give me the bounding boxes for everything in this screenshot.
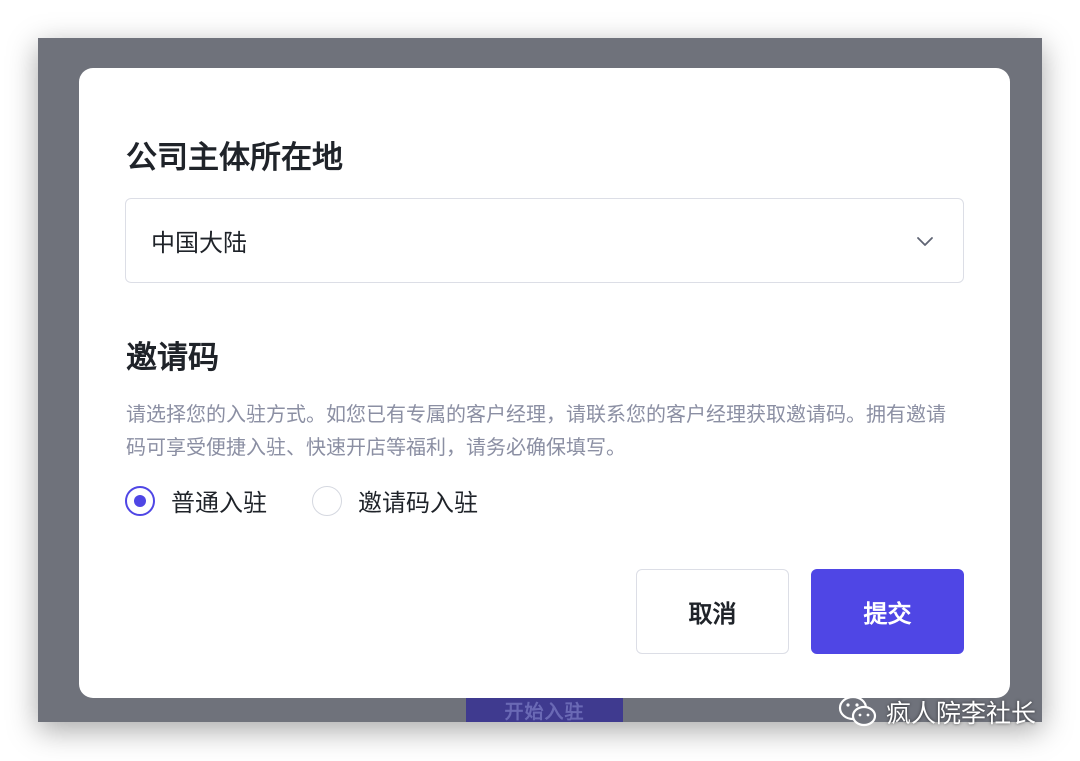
radio-invite-code-onboarding[interactable]: 邀请码入驻 xyxy=(312,483,478,518)
invite-description: 请选择您的入驻方式。如您已有专属的客户经理，请联系您的客户经理获取邀请码。拥有邀… xyxy=(126,402,946,459)
submit-button[interactable]: 提交 xyxy=(811,569,964,654)
location-select[interactable]: 中国大陆 xyxy=(125,198,964,283)
onboarding-method-radio-group: 普通入驻 邀请码入驻 xyxy=(125,483,478,518)
chevron-down-icon xyxy=(917,236,933,246)
watermark-text: 疯人院李社长 xyxy=(886,699,1037,728)
radio-button-unchecked[interactable] xyxy=(312,485,342,516)
location-section-title: 公司主体所在地 xyxy=(126,140,343,176)
start-onboarding-button: 开始入驻 xyxy=(466,698,623,723)
radio-invite-code-label: 邀请码入驻 xyxy=(358,489,478,517)
radio-standard-onboarding[interactable]: 普通入驻 xyxy=(125,483,267,518)
onboarding-dialog: 公司主体所在地 中国大陆 邀请码 请选择您的入驻方式。如您已有专属的客户经理，请… xyxy=(79,68,1010,698)
radio-button-checked[interactable] xyxy=(125,485,155,516)
radio-standard-label: 普通入驻 xyxy=(171,489,267,517)
start-onboarding-label: 开始入驻 xyxy=(504,700,585,723)
invite-section-title: 邀请码 xyxy=(126,340,219,376)
cancel-button[interactable]: 取消 xyxy=(636,569,789,654)
location-select-value: 中国大陆 xyxy=(151,229,247,257)
watermark: 疯人院李社长 xyxy=(838,694,1036,730)
wechat-icon xyxy=(838,695,877,727)
